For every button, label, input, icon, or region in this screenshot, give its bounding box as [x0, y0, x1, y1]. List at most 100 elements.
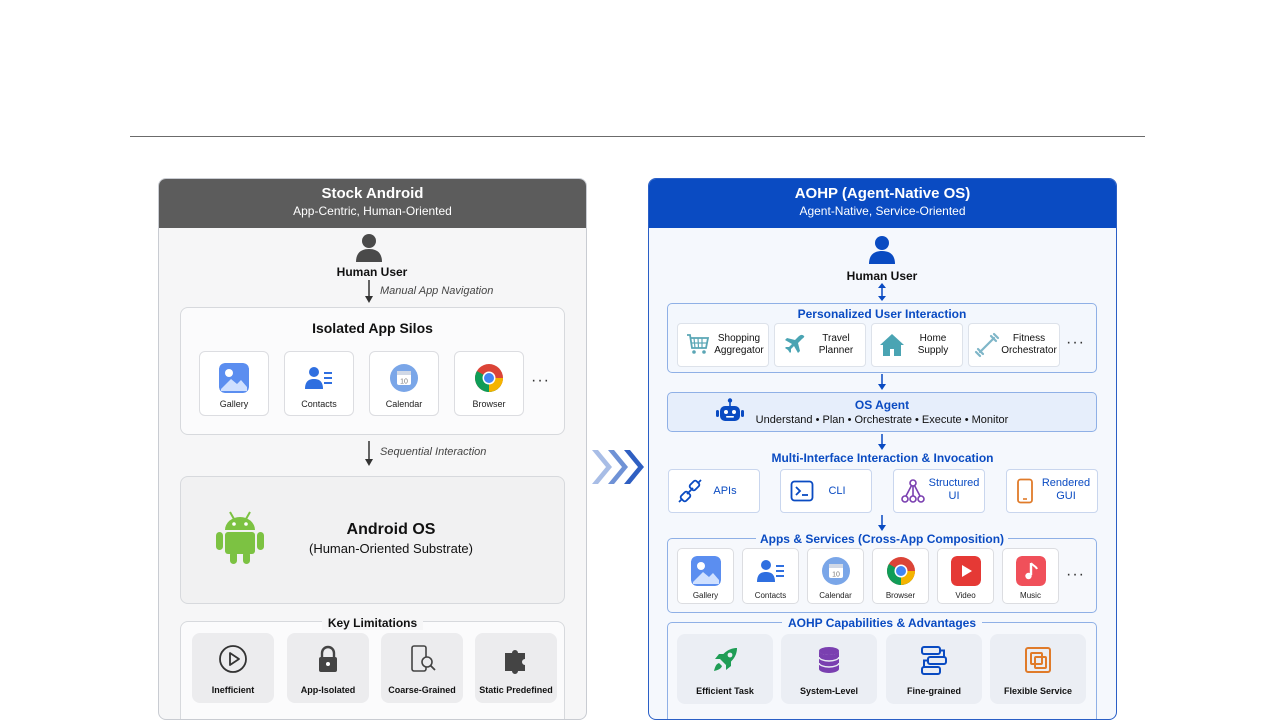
interface-cli[interactable]: CLI — [780, 469, 872, 513]
interface-rendered-gui[interactable]: Rendered GUI — [1006, 469, 1098, 513]
capabilities-title-wrap: AOHP Capabilities & Advantages — [668, 614, 1096, 632]
os-agent-subtitle: Understand • Plan • Orchestrate • Execut… — [755, 414, 1009, 426]
capability-system-level: System-Level — [781, 634, 877, 704]
isolated-app-silos-box: Isolated App Silos Gallery Contacts 10 C… — [180, 307, 565, 435]
app-label: Video — [955, 591, 976, 600]
sequential-interaction-label: Sequential Interaction — [380, 446, 487, 458]
capability-label: Efficient Task — [696, 686, 754, 696]
calendar-icon: 10 — [821, 557, 850, 585]
aohp-header: AOHP (Agent-Native OS) Agent-Native, Ser… — [649, 179, 1116, 228]
human-user-icon — [869, 236, 895, 264]
stock-android-header: Stock Android App-Centric, Human-Oriente… — [159, 179, 586, 228]
lock-icon — [319, 645, 337, 672]
android-robot-icon — [216, 511, 264, 564]
top-divider — [130, 136, 1145, 137]
chrome-browser-icon — [475, 364, 503, 392]
stock-android-subtitle: App-Centric, Human-Oriented — [293, 204, 452, 218]
phone-search-icon — [411, 645, 436, 672]
service-home-supply[interactable]: Home Supply — [871, 323, 963, 367]
calendar-icon: 10 — [390, 364, 418, 392]
puzzle-piece-icon — [505, 650, 525, 674]
smartphone-icon — [1017, 478, 1033, 504]
app-tile-calendar[interactable]: 10 Calendar — [807, 548, 864, 604]
svg-text:10: 10 — [400, 379, 408, 386]
service-shopping-aggregator[interactable]: Shopping Aggregator — [677, 323, 769, 367]
down-arrow-icon — [878, 434, 886, 450]
more-services-ellipsis: ··· — [1066, 334, 1085, 351]
service-label: Home Supply — [917, 333, 949, 356]
interface-label: CLI — [828, 485, 846, 497]
gallery-icon — [690, 556, 721, 586]
down-arrow-icon — [878, 515, 886, 531]
human-user-label: Human User — [336, 265, 408, 279]
service-label: Fitness Orchestrator — [1001, 333, 1057, 356]
down-arrow-icon — [365, 280, 373, 303]
app-tile-contacts[interactable]: Contacts — [284, 351, 354, 416]
os-agent-box: OS Agent Understand • Plan • Orchestrate… — [667, 392, 1097, 432]
apps-services-title-wrap: Apps & Services (Cross-App Composition) — [668, 530, 1096, 548]
key-limitations-title-wrap: Key Limitations — [181, 614, 564, 632]
layers-squares-icon — [1025, 647, 1051, 673]
play-circle-icon — [219, 645, 247, 673]
interface-apis[interactable]: APIs — [668, 469, 760, 513]
capability-label: System-Level — [799, 686, 859, 696]
app-tile-music[interactable]: Music — [1002, 548, 1059, 604]
stock-android-title: Stock Android — [321, 185, 424, 202]
down-arrow-icon — [878, 374, 886, 390]
more-apps-ellipsis: ··· — [1066, 566, 1085, 583]
limitation-label: Static Predefined — [479, 685, 553, 695]
app-label: Contacts — [754, 591, 787, 600]
airplane-icon — [785, 334, 805, 353]
silos-title: Isolated App Silos — [312, 320, 433, 336]
app-label: Contacts — [301, 399, 337, 409]
contacts-icon — [305, 367, 332, 389]
limitation-label: Coarse-Grained — [388, 685, 456, 695]
more-apps-ellipsis: ··· — [531, 372, 550, 389]
transition-chevrons-icon — [592, 450, 644, 484]
chrome-browser-icon — [886, 557, 915, 585]
app-tile-browser[interactable]: Browser — [872, 548, 929, 604]
app-label: Calendar — [385, 399, 423, 409]
android-os-title: Android OS — [346, 521, 436, 538]
terminal-icon — [790, 480, 814, 502]
service-travel-planner[interactable]: Travel Planner — [774, 323, 866, 367]
service-fitness-orchestrator[interactable]: Fitness Orchestrator — [968, 323, 1060, 367]
apps-services-title: Apps & Services (Cross-App Composition) — [755, 532, 1009, 546]
aohp-panel: AOHP (Agent-Native OS) Agent-Native, Ser… — [648, 178, 1117, 720]
app-tile-calendar[interactable]: 10 Calendar — [369, 351, 439, 416]
tree-structure-icon — [901, 479, 925, 503]
key-limitations-box: Key Limitations Inefficient App-Isolated — [180, 616, 565, 719]
contacts-icon — [756, 560, 784, 582]
music-note-icon — [1015, 556, 1046, 586]
interface-label: APIs — [713, 485, 737, 497]
app-label: Gallery — [692, 591, 719, 600]
human-user-label: Human User — [846, 269, 918, 283]
multi-interface-title: Multi-Interface Interaction & Invocation — [771, 451, 994, 465]
app-tile-browser[interactable]: Browser — [454, 351, 524, 416]
capability-fine-grained: Fine-grained — [886, 634, 982, 704]
interface-label: Structured UI — [928, 477, 980, 502]
app-label: Browser — [885, 591, 916, 600]
capability-flexible-service: Flexible Service — [990, 634, 1086, 704]
link-plug-icon — [678, 479, 702, 503]
capability-label: Flexible Service — [1003, 686, 1073, 696]
interface-structured-ui[interactable]: Structured UI — [893, 469, 985, 513]
service-label: Travel Planner — [818, 333, 854, 356]
service-label: Shopping Aggregator — [714, 333, 764, 356]
bidirectional-arrow-icon — [878, 283, 886, 301]
app-tile-video[interactable]: Video — [937, 548, 994, 604]
home-icon — [880, 334, 904, 356]
app-label: Calendar — [819, 591, 852, 600]
app-tile-gallery[interactable]: Gallery — [677, 548, 734, 604]
app-label: Browser — [472, 399, 506, 409]
shopping-cart-icon — [687, 334, 710, 354]
personalized-title: Personalized User Interaction — [797, 307, 967, 321]
video-play-icon — [950, 556, 981, 586]
stock-android-panel: Stock Android App-Centric, Human-Oriente… — [158, 178, 587, 720]
app-label: Gallery — [219, 399, 249, 409]
rocket-icon — [714, 648, 737, 671]
capabilities-title: AOHP Capabilities & Advantages — [781, 616, 983, 630]
app-tile-contacts[interactable]: Contacts — [742, 548, 799, 604]
app-tile-gallery[interactable]: Gallery — [199, 351, 269, 416]
capability-efficient-task: Efficient Task — [677, 634, 773, 704]
